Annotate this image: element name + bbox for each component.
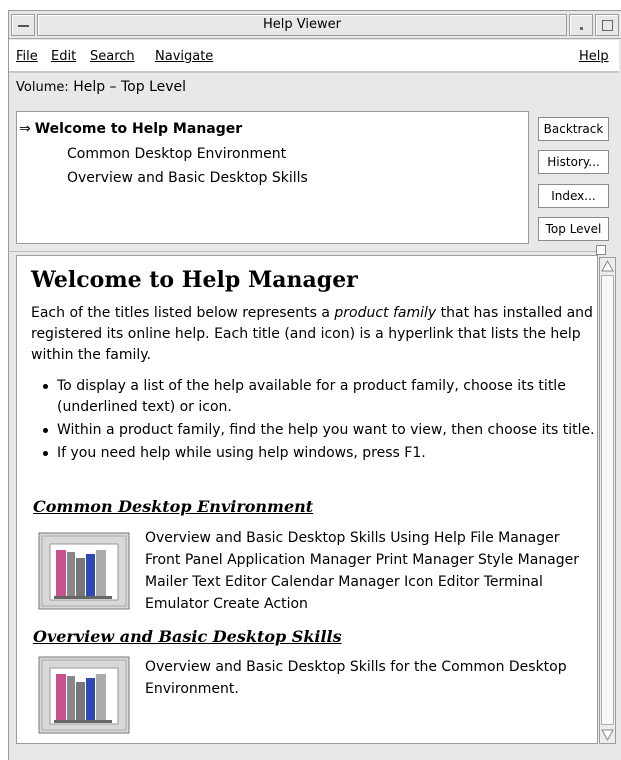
scroll-down-arrow-icon[interactable] xyxy=(601,728,614,742)
menu-help[interactable]: Help xyxy=(579,49,609,64)
title-bar[interactable]: Help Viewer xyxy=(9,11,621,39)
menu-search[interactable]: Search xyxy=(90,49,135,64)
maximize-icon[interactable] xyxy=(595,14,619,36)
menu-bar: File Edit Search Navigate Help xyxy=(9,40,619,73)
list-item: Within a product family, find the help y… xyxy=(31,420,605,441)
backtrack-button[interactable]: Backtrack xyxy=(538,117,609,141)
intro-paragraph: Each of the titles listed below represen… xyxy=(31,303,601,366)
volume-indicator: Volume: Help – Top Level xyxy=(16,79,186,95)
family-description: Overview and Basic Desktop Skills for th… xyxy=(145,659,567,697)
menu-file-label: File xyxy=(16,49,38,64)
family-link-overview-basic-skills[interactable]: Overview and Basic Desktop Skills xyxy=(33,627,342,646)
toc-item-label: Welcome to Help Manager xyxy=(34,121,243,137)
scroll-up-arrow-icon[interactable] xyxy=(601,259,614,273)
minimize-icon[interactable] xyxy=(569,14,593,36)
menu-file[interactable]: File xyxy=(16,49,38,64)
history-button[interactable]: History... xyxy=(538,150,609,174)
window-title: Help Viewer xyxy=(37,14,567,36)
family-description: Overview and Basic Desktop Skills Using … xyxy=(145,530,580,612)
scrollbar-thumb[interactable] xyxy=(601,275,614,725)
page-title: Welcome to Help Manager xyxy=(31,267,358,293)
toc-item[interactable]: Common Desktop Environment xyxy=(67,146,286,162)
current-topic-arrow-icon: ⇒ xyxy=(19,121,31,137)
intro-text: Each of the titles listed below represen… xyxy=(31,305,335,321)
book-shelf-icon[interactable] xyxy=(38,532,130,610)
menu-help-label: Help xyxy=(579,49,609,64)
list-item: To display a list of the help available … xyxy=(31,376,605,418)
window-menu-icon[interactable] xyxy=(11,14,35,36)
family-link-common-desktop-environment[interactable]: Common Desktop Environment xyxy=(33,497,313,516)
vertical-scrollbar[interactable] xyxy=(599,257,616,744)
list-item: If you need help while using help window… xyxy=(31,443,605,464)
intro-emphasis: product family xyxy=(334,305,437,321)
volume-label: Volume: xyxy=(16,80,69,95)
menu-navigate[interactable]: Navigate xyxy=(155,49,213,64)
book-shelf-icon[interactable] xyxy=(38,656,130,734)
menu-edit[interactable]: Edit xyxy=(51,49,76,64)
menu-navigate-label: Navigate xyxy=(155,49,214,64)
index-button[interactable]: Index... xyxy=(538,184,609,208)
top-level-button[interactable]: Top Level xyxy=(538,217,609,241)
menu-edit-label: Edit xyxy=(51,49,77,64)
volume-value: Help – Top Level xyxy=(73,79,187,95)
instructions-list: To display a list of the help available … xyxy=(31,376,605,466)
pane-divider xyxy=(8,251,603,252)
topic-hierarchy: ⇒ Welcome to Help Manager Common Desktop … xyxy=(16,111,529,244)
pane-sash-handle[interactable] xyxy=(596,245,606,255)
toc-item[interactable]: Overview and Basic Desktop Skills xyxy=(67,170,308,186)
menu-search-label: Search xyxy=(90,49,135,64)
toc-item-current[interactable]: ⇒ Welcome to Help Manager xyxy=(19,121,242,137)
